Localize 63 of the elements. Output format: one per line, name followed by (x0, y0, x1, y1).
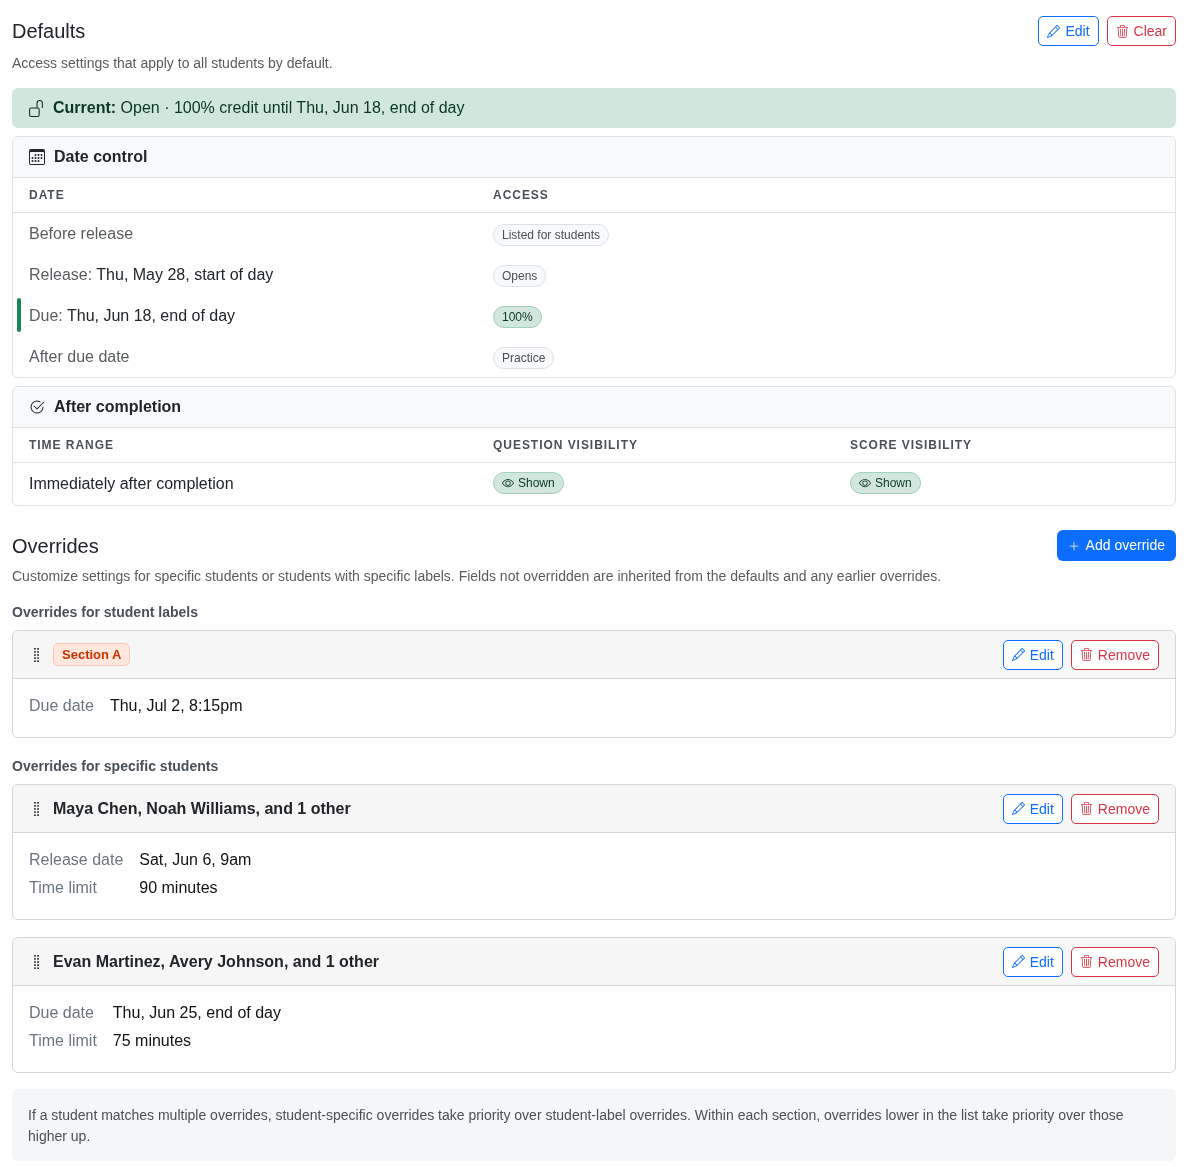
access-badge: Practice (493, 346, 555, 369)
field-label: Release date (29, 850, 124, 870)
section-title: Defaults (12, 19, 86, 44)
trash-icon (1079, 648, 1093, 661)
pencil-icon (1047, 24, 1061, 38)
group-title: Overrides for student labels (12, 603, 199, 622)
visibility-label: Shown (875, 475, 912, 492)
column-header: TIME RANGE (29, 437, 115, 454)
date-label: Release: Thu, May 28, start of day (29, 264, 275, 285)
section-description: Customize settings for specific students or students with specific labels. Fields not overridden are inherited from the defaults and any earlier overrides. (12, 567, 943, 586)
field-value: 90 minutes (139, 878, 219, 898)
calendar-icon (29, 149, 45, 165)
field-value: Sat, Jun 6, 9am (139, 850, 253, 870)
drag-handle-icon[interactable] (34, 801, 39, 816)
pencil-icon (1011, 802, 1025, 815)
edit-button[interactable]: Edit (1038, 16, 1099, 46)
access-badge: Opens (493, 264, 547, 287)
date-label: Due: Thu, Jun 18, end of day (29, 305, 237, 326)
trash-icon (1079, 802, 1093, 815)
visibility-label: Shown (518, 475, 555, 492)
time-range: Immediately after completion (29, 474, 235, 494)
field-label: Due date (29, 696, 94, 716)
drag-handle-icon[interactable] (34, 647, 39, 662)
remove-button[interactable]: Remove (1070, 793, 1159, 824)
trash-icon (1115, 24, 1129, 38)
card-title: After completion (54, 397, 182, 417)
date-label: After due date (29, 346, 131, 367)
field-label: Due date (29, 1003, 95, 1023)
field-label: Time limit (29, 878, 98, 898)
remove-button[interactable]: Remove (1070, 946, 1159, 977)
drag-handle-icon[interactable] (34, 954, 39, 969)
student-names: Maya Chen, Noah Williams, and 1 other (53, 798, 351, 819)
label-tag: Section A (53, 643, 131, 666)
date-label: Before release (29, 223, 135, 244)
group-title: Overrides for specific students (12, 757, 220, 776)
trash-icon (1079, 955, 1093, 968)
status-text: Current: Open · 100% credit until Thu, Jun 18, end of day (53, 98, 465, 118)
add-override-button[interactable]: Add override (1056, 530, 1176, 561)
field-value: Thu, Jul 2, 8:15pm (109, 696, 244, 716)
access-badge: Listed for students (493, 223, 610, 246)
clear-button[interactable]: Clear (1106, 16, 1176, 46)
edit-button[interactable]: Edit (1002, 793, 1063, 824)
field-value: 75 minutes (112, 1031, 193, 1051)
eye-icon (859, 477, 871, 489)
field-value: Thu, Jun 25, end of day (112, 1003, 282, 1023)
edit-button[interactable]: Edit (1002, 639, 1063, 670)
remove-button[interactable]: Remove (1070, 639, 1159, 670)
edit-button[interactable]: Edit (1002, 946, 1063, 977)
card-title: Date control (54, 147, 148, 167)
note-text: If a student matches multiple overrides, student-specific overrides take priority over student-label overrides. Within each section, overrides lower in the list take priority over those higher up. (28, 1106, 1125, 1146)
pencil-icon (1011, 955, 1025, 968)
field-label: Time limit (29, 1031, 97, 1051)
access-badge: 100% (493, 305, 542, 328)
pencil-icon (1011, 648, 1025, 661)
student-names: Evan Martinez, Avery Johnson, and 1 other (53, 951, 379, 972)
column-header: SCORE VISIBILITY (850, 437, 974, 454)
eye-icon (502, 477, 514, 489)
column-header: ACCESS (493, 187, 550, 204)
column-header: DATE (29, 187, 66, 204)
section-description: Access settings that apply to all students by default. (12, 54, 334, 73)
column-header: QUESTION VISIBILITY (493, 437, 639, 454)
section-title: Overrides (12, 533, 99, 559)
unlock-icon (28, 99, 45, 117)
